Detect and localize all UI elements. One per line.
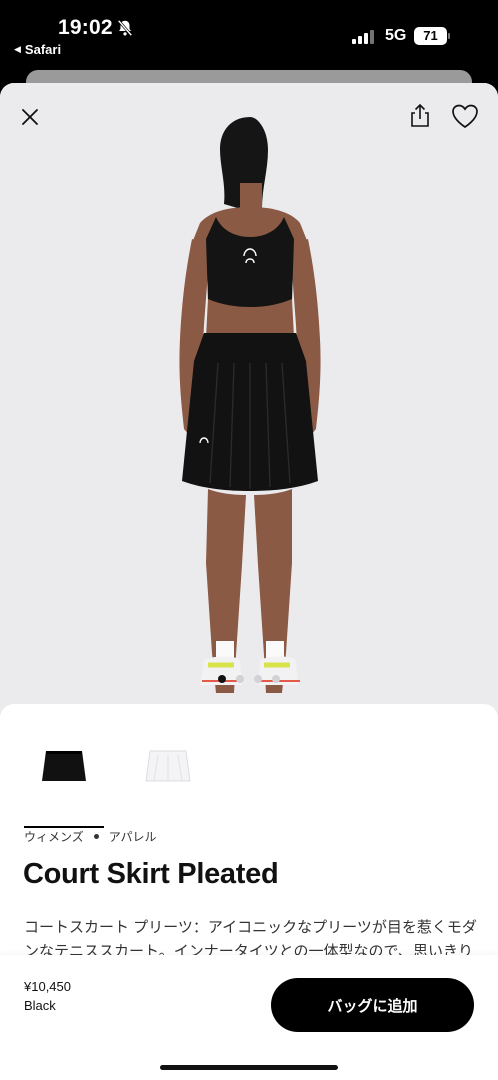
bullet-separator [93, 834, 99, 839]
back-to-safari[interactable]: ◀ Safari [14, 42, 61, 57]
back-app-label: Safari [24, 42, 62, 57]
product-price: ¥10,450 [24, 979, 71, 994]
battery-icon: 71 [414, 27, 450, 45]
gallery-dot[interactable] [218, 675, 226, 683]
category-gender: ウィメンズ [24, 830, 84, 844]
color-swatches [24, 734, 208, 828]
product-gallery[interactable] [0, 83, 498, 703]
skirt-black-thumbnail [42, 751, 86, 781]
product-modal: ウィメンズ アパレル Court Skirt Pleated コートスカート プ… [0, 83, 498, 1080]
product-category: ウィメンズ アパレル [24, 828, 157, 845]
gallery-dot[interactable] [236, 675, 244, 683]
bell-slash-icon [117, 19, 133, 37]
product-description: コートスカート プリーツ：アイコニックなプリーツが目を惹くモダンなテニススカート… [24, 919, 477, 960]
status-time: 19:02 [58, 16, 113, 39]
purchase-bar: ¥10,450 Black バッグに追加 [0, 955, 498, 1080]
heart-icon[interactable] [450, 102, 480, 130]
gallery-pagination[interactable] [0, 675, 498, 683]
close-icon [22, 109, 38, 125]
share-icon[interactable] [406, 102, 434, 130]
gallery-dot[interactable] [254, 675, 262, 683]
gallery-dot[interactable] [272, 675, 280, 683]
skirt-white-thumbnail [145, 750, 191, 782]
signal-icon [352, 28, 374, 44]
network-type: 5G [385, 27, 407, 44]
product-model-image [179, 117, 321, 693]
product-title: Court Skirt Pleated [23, 858, 279, 890]
category-type: アパレル [108, 830, 157, 844]
battery-level: 71 [414, 27, 447, 45]
status-bar: 19:02 ◀ Safari 5G 71 [0, 0, 498, 70]
swatch-black[interactable] [24, 734, 104, 828]
selected-color: Black [24, 998, 56, 1013]
swatch-white[interactable] [128, 734, 208, 798]
home-indicator[interactable] [160, 1065, 338, 1070]
add-to-bag-button[interactable]: バッグに追加 [271, 978, 474, 1032]
close-button[interactable] [16, 103, 44, 131]
back-arrow-icon: ◀ [14, 44, 21, 54]
